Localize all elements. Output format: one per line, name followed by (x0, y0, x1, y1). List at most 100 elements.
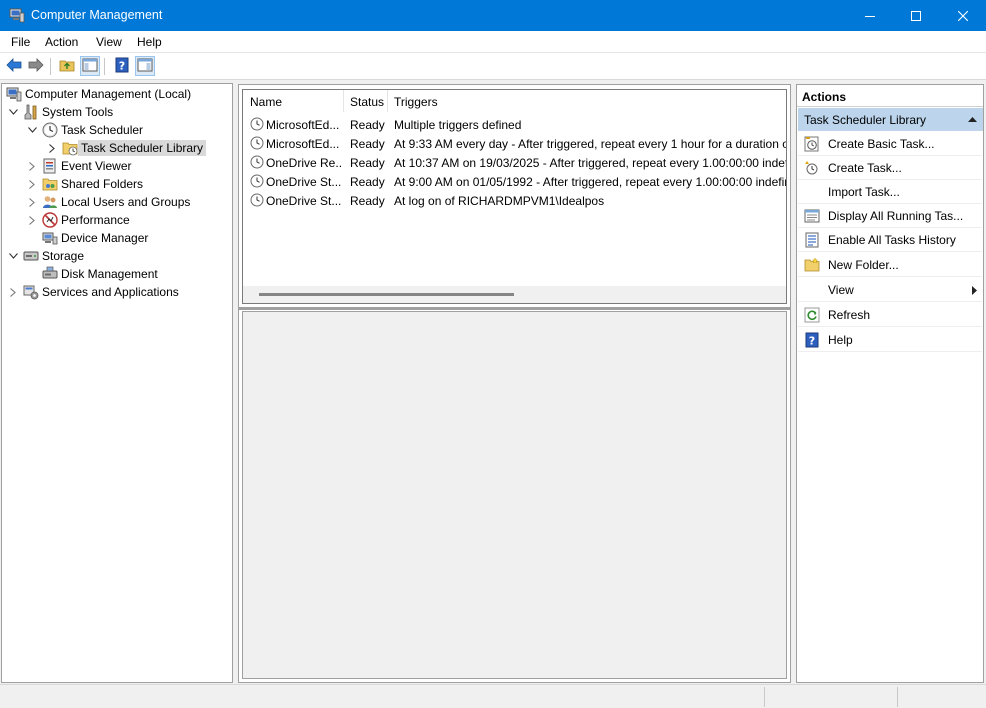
actions-header: Actions (797, 85, 983, 107)
minimize-button[interactable] (847, 0, 893, 31)
task-name: MicrosoftEd... (266, 137, 340, 151)
task-triggers: Multiple triggers defined (394, 118, 522, 132)
task-clock-icon (250, 136, 264, 150)
chevron-right-icon[interactable] (27, 161, 37, 171)
action-display-all-running-tasks[interactable]: Display All Running Tas... (798, 204, 982, 228)
horizontal-scrollbar[interactable] (243, 286, 786, 303)
show-hide-tree-icon (82, 58, 98, 75)
chevron-right-icon[interactable] (27, 215, 37, 225)
up-one-level-button[interactable] (57, 56, 77, 76)
action-view[interactable]: View (798, 278, 982, 302)
action-enable-all-tasks-history[interactable]: Enable All Tasks History (798, 228, 982, 252)
clock-icon (42, 122, 58, 138)
title-bar: Computer Management (0, 0, 986, 31)
device-manager-icon (42, 230, 58, 246)
scrollbar-thumb[interactable] (259, 293, 514, 296)
tree-item-system-tools[interactable]: System Tools (8, 103, 113, 121)
table-row[interactable]: OneDrive St... Ready At 9:00 AM on 01/05… (243, 172, 786, 191)
action-refresh[interactable]: Refresh (798, 303, 982, 327)
actions-section-task-scheduler-library[interactable]: Task Scheduler Library (798, 108, 983, 131)
task-triggers: At log on of RICHARDMPVM1\Idealpos (394, 194, 605, 208)
menu-help[interactable]: Help (137, 35, 162, 49)
table-row[interactable]: MicrosoftEd... Ready Multiple triggers d… (243, 115, 786, 134)
action-help[interactable]: ? Help (798, 328, 982, 352)
tree-item-shared-folders[interactable]: Shared Folders (27, 175, 143, 193)
submenu-arrow-icon (972, 286, 977, 295)
action-label: Help (828, 333, 853, 347)
chevron-down-icon[interactable] (8, 251, 18, 261)
tree-label: Storage (42, 249, 85, 263)
show-hide-console-tree-button[interactable] (80, 56, 100, 76)
action-label: New Folder... (828, 258, 899, 272)
column-divider[interactable] (343, 90, 344, 112)
column-header-status[interactable]: Status (350, 95, 384, 109)
console-tree[interactable]: Computer Management (Local) System Tools… (1, 83, 233, 683)
chevron-right-icon[interactable] (47, 143, 57, 153)
back-button[interactable] (4, 56, 24, 76)
task-name: OneDrive Re... (266, 156, 342, 170)
action-label: Enable All Tasks History (828, 233, 956, 247)
menu-view[interactable]: View (96, 35, 122, 49)
tree-item-task-scheduler-library[interactable]: Task Scheduler Library (47, 139, 207, 157)
close-button[interactable] (940, 0, 986, 31)
system-tools-icon (23, 104, 39, 120)
new-folder-icon (804, 257, 820, 273)
task-list[interactable]: Name Status Triggers MicrosoftEd... Read… (242, 89, 787, 304)
tree-item-disk-management[interactable]: Disk Management (42, 265, 158, 283)
status-bar-separator (897, 687, 898, 707)
tree-label: Task Scheduler (61, 123, 144, 137)
action-label: Display All Running Tas... (828, 209, 964, 223)
tree-label: Disk Management (61, 267, 158, 281)
help-icon: ? (804, 332, 820, 348)
chevron-right-icon[interactable] (27, 197, 37, 207)
menu-action[interactable]: Action (45, 35, 78, 49)
tree-item-services-and-applications[interactable]: Services and Applications (8, 283, 179, 301)
shared-folder-icon (42, 176, 58, 192)
table-row[interactable]: OneDrive Re... Ready At 10:37 AM on 19/0… (243, 153, 786, 172)
table-row[interactable]: MicrosoftEd... Ready At 9:33 AM every da… (243, 134, 786, 153)
chevron-right-icon[interactable] (27, 179, 37, 189)
task-list-header: Name Status Triggers (243, 90, 786, 112)
status-bar (0, 684, 986, 708)
task-name: OneDrive St... (266, 194, 342, 208)
tree-item-task-scheduler[interactable]: Task Scheduler (27, 121, 143, 139)
maximize-button[interactable] (893, 0, 939, 31)
users-icon (42, 194, 58, 210)
storage-icon (23, 248, 39, 264)
chevron-down-icon[interactable] (8, 107, 18, 117)
action-import-task[interactable]: Import Task... (798, 180, 982, 204)
tree-item-local-users-and-groups[interactable]: Local Users and Groups (27, 193, 190, 211)
tree-label: System Tools (42, 105, 114, 119)
task-clock-icon (250, 117, 264, 131)
column-divider[interactable] (387, 90, 388, 112)
action-create-task[interactable]: Create Task... (798, 156, 982, 180)
action-new-folder[interactable]: New Folder... (798, 253, 982, 277)
tree-item-performance[interactable]: Performance (27, 211, 130, 229)
pane-splitter[interactable] (239, 307, 790, 310)
action-create-basic-task[interactable]: Create Basic Task... (798, 132, 982, 156)
tree-label: Services and Applications (42, 285, 179, 299)
tree-item-computer-management[interactable]: Computer Management (Local) (6, 85, 191, 103)
tree-item-event-viewer[interactable]: Event Viewer (27, 157, 131, 175)
table-row[interactable]: OneDrive St... Ready At log on of RICHAR… (243, 191, 786, 210)
actions-section-label: Task Scheduler Library (804, 113, 927, 127)
tree-label: Performance (61, 213, 130, 227)
show-hide-action-pane-button[interactable] (135, 56, 155, 76)
forward-button[interactable] (26, 56, 46, 76)
chevron-up-icon[interactable] (968, 117, 977, 122)
tree-item-storage[interactable]: Storage (8, 247, 84, 265)
tree-item-device-manager[interactable]: Device Manager (42, 229, 148, 247)
create-task-icon (804, 160, 820, 176)
history-icon (804, 232, 820, 248)
up-folder-icon (59, 58, 75, 75)
disk-management-icon (42, 266, 58, 282)
actions-title: Actions (802, 90, 847, 104)
chevron-right-icon[interactable] (8, 287, 18, 297)
column-header-name[interactable]: Name (250, 95, 282, 109)
menu-file[interactable]: File (11, 35, 30, 49)
help-button[interactable]: ? (112, 56, 132, 76)
chevron-down-icon[interactable] (27, 125, 37, 135)
column-header-triggers[interactable]: Triggers (394, 95, 438, 109)
svg-text:?: ? (809, 335, 815, 348)
task-clock-icon (250, 174, 264, 188)
